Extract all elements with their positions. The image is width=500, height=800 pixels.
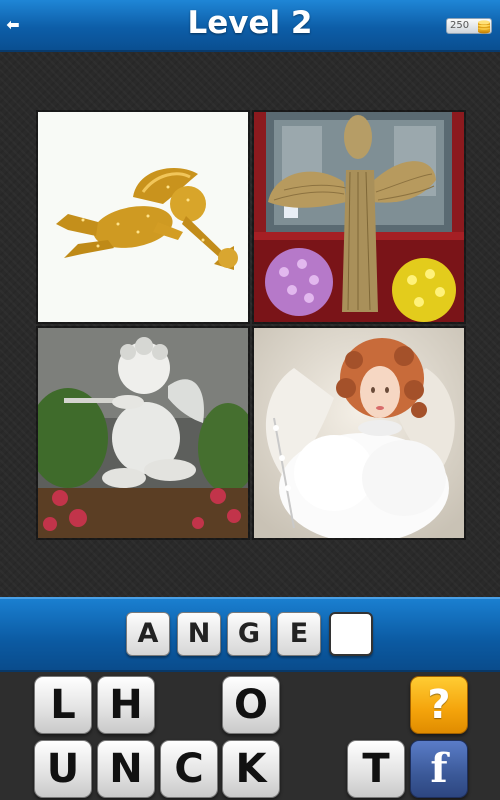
picture-grid	[38, 112, 464, 540]
hint-button[interactable]: ?	[410, 676, 468, 734]
level-title: Level 2	[187, 5, 313, 41]
letter-keyboard: L H O ? U N C K T f	[0, 672, 500, 800]
letter-key-t[interactable]: T	[347, 740, 405, 798]
top-bar: ⬅ Level 2 250	[0, 0, 500, 52]
gold-cherub-image	[38, 112, 248, 322]
answer-slot-5[interactable]	[329, 612, 373, 656]
letter-key-o[interactable]: O	[222, 676, 280, 734]
picture-stone-cherub[interactable]	[38, 328, 248, 538]
porcelain-angel-image	[254, 328, 464, 538]
answer-slot-2[interactable]: N	[177, 612, 221, 656]
coin-stack-icon	[478, 20, 490, 34]
answer-slot-4[interactable]: E	[277, 612, 321, 656]
letter-key-u[interactable]: U	[34, 740, 92, 798]
letter-key-n[interactable]: N	[97, 740, 155, 798]
answer-slot-1[interactable]: A	[126, 612, 170, 656]
stone-cherub-image	[38, 328, 248, 538]
straw-angel-image	[254, 112, 464, 322]
coin-count: 250	[450, 20, 470, 31]
letter-key-l[interactable]: L	[34, 676, 92, 734]
picture-porcelain-angel[interactable]	[254, 328, 464, 538]
letter-key-c[interactable]: C	[160, 740, 218, 798]
picture-gold-cherub[interactable]	[38, 112, 248, 322]
picture-straw-angel[interactable]	[254, 112, 464, 322]
facebook-share-button[interactable]: f	[410, 740, 468, 798]
answer-bar: A N G E	[0, 597, 500, 672]
coin-counter[interactable]: 250	[446, 18, 492, 34]
answer-slot-3[interactable]: G	[227, 612, 271, 656]
letter-key-h[interactable]: H	[97, 676, 155, 734]
letter-key-k[interactable]: K	[222, 740, 280, 798]
